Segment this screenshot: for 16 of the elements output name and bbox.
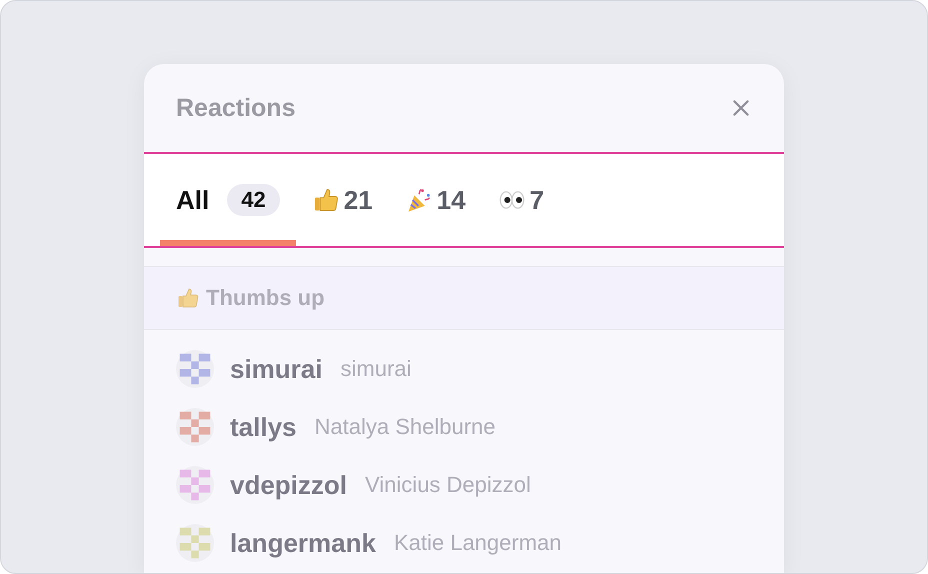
section-title: Thumbs up [206, 285, 325, 311]
reaction-tab[interactable]: 14 [388, 154, 482, 246]
username: simurai [230, 354, 322, 384]
reaction-tab[interactable]: 7 [482, 154, 560, 246]
thumbs-up-icon [176, 286, 200, 310]
reaction-tab[interactable]: All 42 [160, 154, 296, 246]
count-badge: 42 [227, 184, 280, 216]
full-name: simurai [340, 356, 412, 382]
full-name: Natalya Shelburne [314, 414, 496, 440]
username: tallys [230, 412, 296, 442]
full-name: Vinicius Depizzol [365, 472, 531, 498]
full-name: Katie Langerman [394, 530, 562, 556]
reaction-tab[interactable]: 21 [296, 154, 389, 246]
username: langermank [230, 528, 376, 558]
username: vdepizzol [230, 470, 348, 500]
dialog-title: Reactions [176, 94, 296, 122]
